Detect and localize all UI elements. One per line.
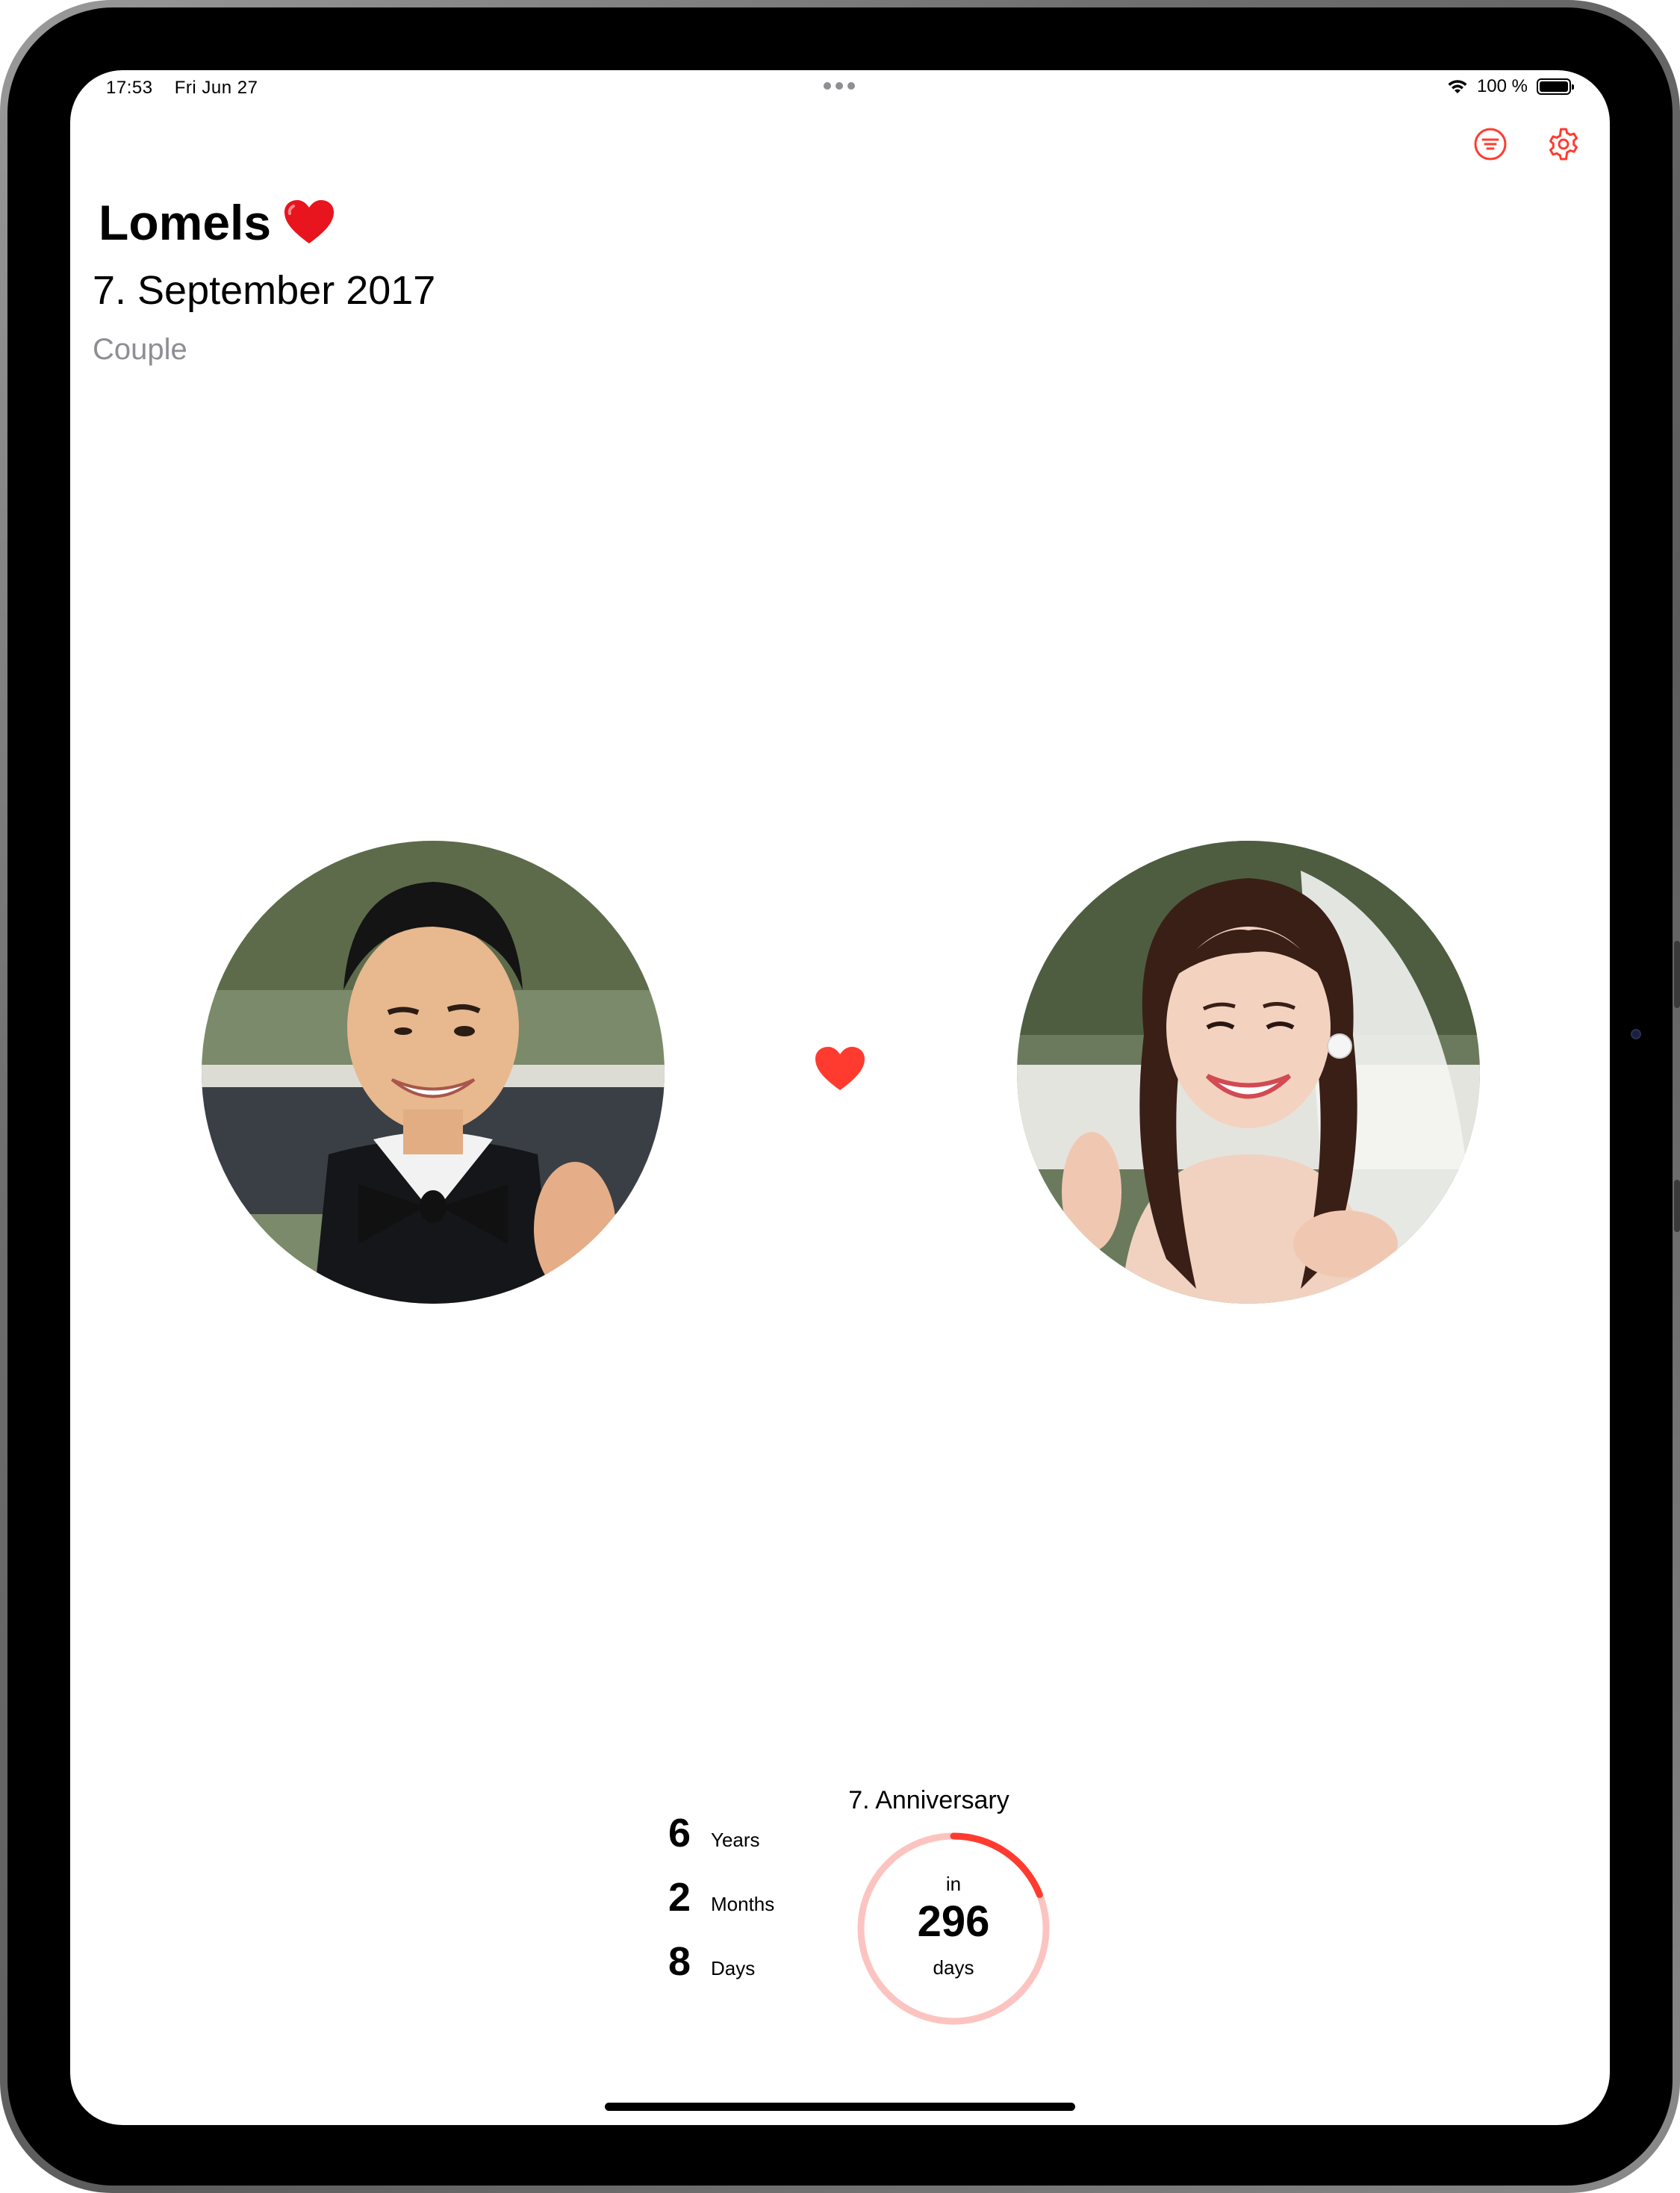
groom-photo — [202, 841, 665, 1304]
volume-button — [1674, 941, 1680, 1008]
start-date: 7. September 2017 — [93, 268, 436, 313]
status-date: Fri Jun 27 — [174, 78, 258, 98]
heart-icon — [284, 200, 335, 243]
front-camera — [1631, 1029, 1641, 1039]
duration-months: 2 Months — [660, 1874, 774, 1938]
settings-button[interactable] — [1543, 124, 1584, 164]
multitasking-dots[interactable] — [824, 82, 855, 90]
app-screen: 17:53 Fri Jun 27 100 % Lomels 7. Septemb… — [70, 70, 1610, 2125]
title-text: Lomels — [99, 195, 272, 250]
status-bar-right: 100 % — [1447, 76, 1574, 97]
bride-avatar[interactable] — [1017, 841, 1480, 1304]
page-title: Lomels — [99, 194, 335, 251]
countdown-days: 296 — [917, 1897, 990, 1946]
months-label: Months — [711, 1893, 775, 1915]
days-label: Days — [711, 1957, 756, 1979]
heart-icon — [815, 1047, 865, 1090]
home-indicator[interactable] — [605, 2103, 1075, 2111]
filter-button[interactable] — [1470, 124, 1511, 164]
years-label: Years — [711, 1829, 760, 1851]
months-value: 2 — [668, 1875, 691, 1920]
anniversary-title: 7. Anniversary — [848, 1786, 1009, 1814]
side-button — [1674, 1180, 1680, 1232]
countdown-unit: days — [933, 1956, 974, 1979]
days-value: 8 — [668, 1939, 691, 1984]
status-time: 17:53 — [106, 78, 153, 98]
gear-icon — [1549, 128, 1578, 161]
duration-days: 8 Days — [660, 1938, 774, 2003]
battery-percentage: 100 % — [1476, 76, 1528, 96]
duration-years: 6 Years — [660, 1810, 774, 1874]
ipad-device-frame: 17:53 Fri Jun 27 100 % Lomels 7. Septemb… — [0, 0, 1680, 2193]
countdown-prefix: in — [945, 1873, 962, 1895]
years-value: 6 — [668, 1811, 691, 1856]
wifi-icon — [1448, 80, 1467, 93]
bride-photo — [1017, 841, 1480, 1304]
groom-avatar[interactable] — [202, 841, 665, 1304]
duration-stats: 6 Years 2 Months 8 Days — [660, 1810, 774, 2003]
status-bar-left: 17:53 Fri Jun 27 — [106, 78, 274, 99]
relationship-category: Couple — [93, 333, 187, 366]
battery-icon — [1537, 78, 1574, 95]
filter-icon — [1474, 128, 1507, 161]
